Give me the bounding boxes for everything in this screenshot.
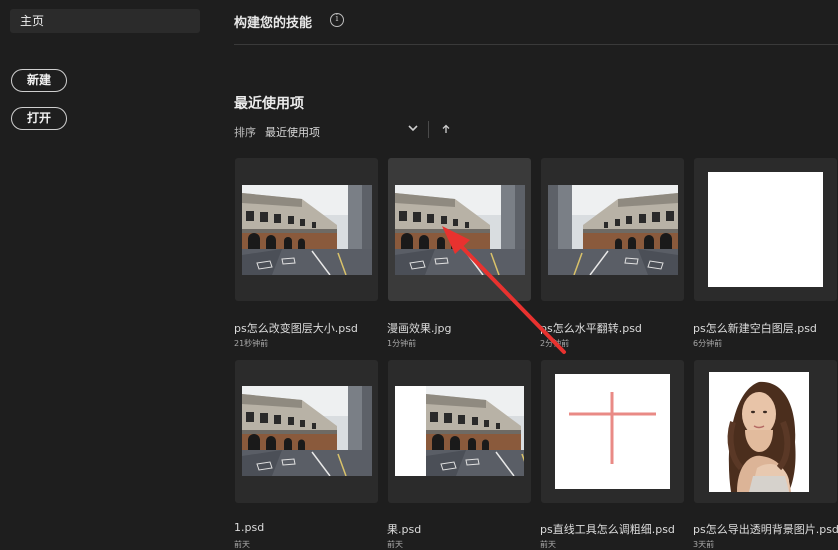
file-card[interactable] <box>694 158 837 301</box>
file-name[interactable]: ps怎么水平翻转.psd <box>540 320 642 336</box>
file-card[interactable] <box>541 360 684 503</box>
file-time: 21秒钟前 <box>234 339 269 348</box>
file-time: 2分钟前 <box>540 339 570 348</box>
file-name[interactable]: 1.psd <box>234 521 264 534</box>
info-icon[interactable]: i <box>330 13 344 27</box>
file-time: 1分钟前 <box>387 339 417 348</box>
file-thumbnail <box>555 374 670 489</box>
open-button[interactable]: 打开 <box>11 107 67 130</box>
file-card[interactable] <box>388 158 531 301</box>
file-name[interactable]: ps怎么新建空白图层.psd <box>693 320 817 336</box>
sidebar: 主页 新建 打开 <box>0 0 218 550</box>
file-thumbnail <box>708 372 810 492</box>
file-time: 6分钟前 <box>693 339 723 348</box>
file-card[interactable] <box>235 158 378 301</box>
file-time: 前天 <box>540 540 556 549</box>
recent-section-title: 最近使用项 <box>234 96 304 112</box>
file-card[interactable] <box>388 360 531 503</box>
sort-label: 排序 <box>234 126 256 139</box>
skills-section-title: 构建您的技能 <box>234 16 313 31</box>
file-time: 前天 <box>234 540 250 549</box>
canvas-blank-area <box>395 386 426 476</box>
file-thumbnail <box>708 172 823 287</box>
file-name[interactable]: 漫画效果.jpg <box>387 320 452 336</box>
chevron-down-icon[interactable] <box>407 122 419 134</box>
file-name[interactable]: 果.psd <box>387 521 421 537</box>
new-button[interactable]: 新建 <box>11 69 67 92</box>
file-thumbnail <box>242 386 372 476</box>
sort-ascending-icon[interactable] <box>440 123 452 135</box>
file-name[interactable]: ps怎么导出透明背景图片.psd <box>693 521 838 537</box>
file-card[interactable] <box>541 158 684 301</box>
file-name[interactable]: ps直线工具怎么调粗细.psd <box>540 521 675 537</box>
file-time: 3天前 <box>693 540 715 549</box>
file-thumbnail <box>395 185 525 275</box>
file-card[interactable] <box>694 360 837 503</box>
file-thumbnail <box>548 185 678 275</box>
file-thumbnail <box>426 386 524 476</box>
sidebar-item-home[interactable]: 主页 <box>10 9 200 33</box>
sort-dropdown[interactable]: 最近使用项 <box>265 124 320 140</box>
file-time: 前天 <box>387 540 403 549</box>
file-name[interactable]: ps怎么改变图层大小.psd <box>234 320 358 336</box>
section-divider <box>234 44 838 45</box>
file-card[interactable] <box>235 360 378 503</box>
file-thumbnail <box>242 185 372 275</box>
photoshop-home-screen: 主页 新建 打开 构建您的技能 i 最近使用项 排序 最近使用项 ps怎么改变图… <box>0 0 838 550</box>
sort-separator <box>428 121 429 138</box>
